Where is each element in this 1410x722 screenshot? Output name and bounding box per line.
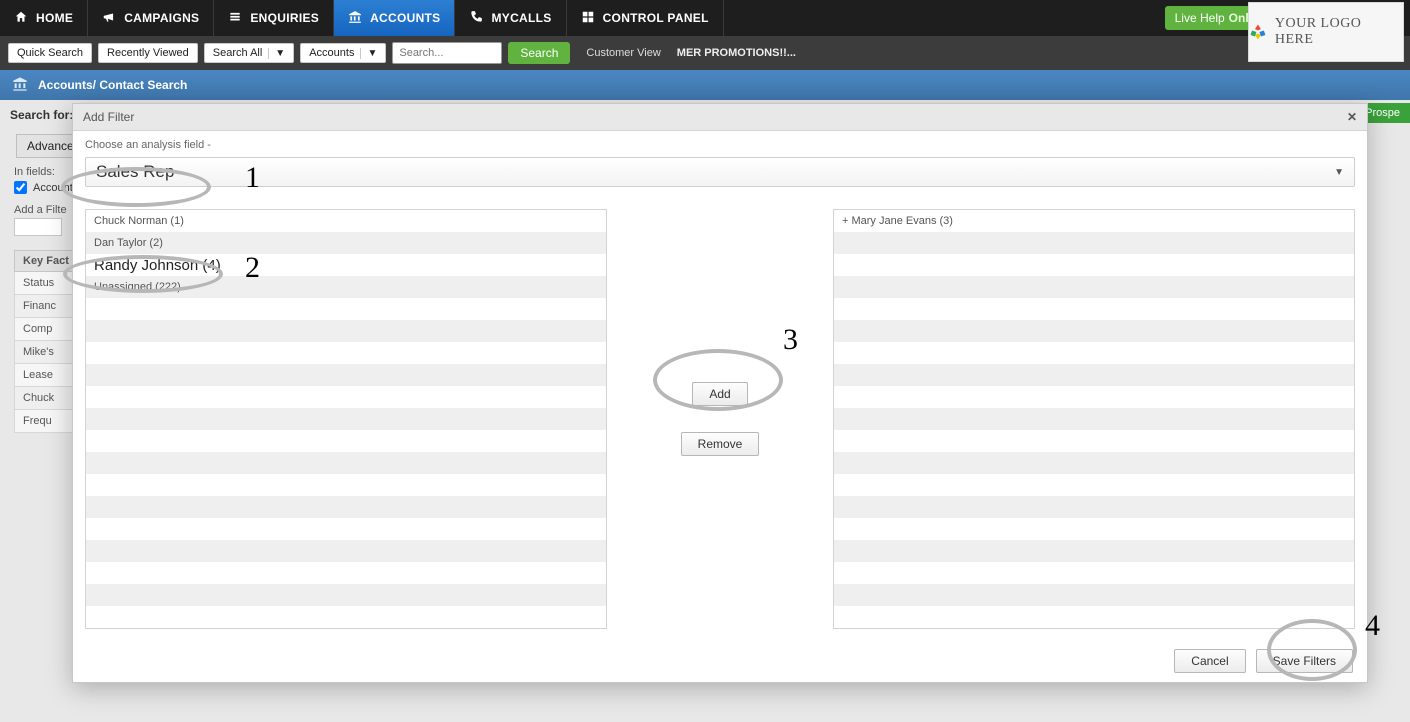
- list-item[interactable]: Dan Taylor (2): [86, 232, 606, 254]
- account-checkbox-label: Account: [33, 182, 73, 194]
- blue-title-bar: Accounts/ Contact Search: [0, 70, 1410, 100]
- nav-enquiries[interactable]: ENQUIRIES: [214, 0, 334, 36]
- list-item: [834, 386, 1354, 408]
- accounts-dropdown-label: Accounts: [309, 47, 354, 59]
- modal-footer: Cancel Save Filters: [1174, 649, 1353, 673]
- list-item: [834, 342, 1354, 364]
- chevron-down-icon: ▼: [360, 48, 377, 59]
- analysis-field-value: Sales Rep: [96, 162, 174, 182]
- available-listbox[interactable]: Chuck Norman (1)Dan Taylor (2)Randy John…: [85, 209, 607, 629]
- list-item: [834, 298, 1354, 320]
- selected-listbox[interactable]: + Mary Jane Evans (3): [833, 209, 1355, 629]
- list-item: [86, 430, 606, 452]
- nav-spacer: [724, 0, 1155, 36]
- modal-title: Add Filter: [83, 110, 134, 124]
- list-item: [834, 408, 1354, 430]
- list-item: [834, 540, 1354, 562]
- list-item: [86, 584, 606, 606]
- lists-area: Chuck Norman (1)Dan Taylor (2)Randy John…: [85, 209, 1355, 629]
- choose-field-label: Choose an analysis field -: [85, 139, 1355, 151]
- nav-control-panel[interactable]: CONTROL PANEL: [567, 0, 724, 36]
- grid-icon: [581, 10, 595, 27]
- list-item: [86, 408, 606, 430]
- list-item: [834, 276, 1354, 298]
- search-bar: Quick Search Recently Viewed Search All …: [0, 36, 1410, 70]
- nav-mycalls-label: MYCALLS: [491, 11, 551, 25]
- search-all-dropdown[interactable]: Search All ▼: [204, 43, 294, 63]
- customer-view-link[interactable]: Customer View: [586, 47, 660, 59]
- list-item: [86, 496, 606, 518]
- list-item: [834, 496, 1354, 518]
- list-item: [86, 474, 606, 496]
- nav-accounts-label: ACCOUNTS: [370, 11, 440, 25]
- top-nav: HOME CAMPAIGNS ENQUIRIES ACCOUNTS MYCALL…: [0, 0, 1410, 36]
- nav-home[interactable]: HOME: [0, 0, 88, 36]
- nav-enquiries-label: ENQUIRIES: [250, 11, 319, 25]
- nav-accounts[interactable]: ACCOUNTS: [334, 0, 455, 36]
- bank-icon: [348, 10, 362, 27]
- phone-icon: [469, 10, 483, 27]
- save-filters-button[interactable]: Save Filters: [1256, 649, 1353, 673]
- add-button[interactable]: Add: [692, 382, 747, 406]
- chevron-down-icon: ▼: [268, 48, 285, 59]
- list-item: [834, 562, 1354, 584]
- mer-promo-text: MER PROMOTIONS!!...: [677, 47, 796, 59]
- list-item[interactable]: Unassigned (222): [86, 276, 606, 298]
- search-all-label: Search All: [213, 47, 263, 59]
- nav-campaigns-label: CAMPAIGNS: [124, 11, 199, 25]
- chevron-down-icon: ▼: [1334, 167, 1344, 178]
- remove-button[interactable]: Remove: [681, 432, 760, 456]
- search-input[interactable]: [392, 42, 502, 64]
- analysis-field-select[interactable]: Sales Rep ▼: [85, 157, 1355, 187]
- list-item: [834, 320, 1354, 342]
- quick-search-button[interactable]: Quick Search: [8, 43, 92, 63]
- transfer-buttons: Add Remove: [607, 209, 833, 629]
- list-item: [834, 430, 1354, 452]
- nav-home-label: HOME: [36, 11, 73, 25]
- modal-header: Add Filter ✕: [73, 104, 1367, 131]
- logo-box: YOUR LOGO HERE: [1248, 2, 1404, 62]
- nav-mycalls[interactable]: MYCALLS: [455, 0, 566, 36]
- list-item: [834, 518, 1354, 540]
- recently-viewed-button[interactable]: Recently Viewed: [98, 43, 198, 63]
- home-icon: [14, 10, 28, 27]
- add-filter-modal: Add Filter ✕ Choose an analysis field - …: [72, 103, 1368, 683]
- list-item: [834, 584, 1354, 606]
- list-item: [834, 474, 1354, 496]
- list-item[interactable]: Chuck Norman (1): [86, 210, 606, 232]
- list-item: [86, 452, 606, 474]
- list-item: [86, 298, 606, 320]
- list-item: [834, 452, 1354, 474]
- logo-swirl-icon: [1249, 23, 1267, 41]
- list-item[interactable]: Randy Johnson (4): [86, 254, 606, 276]
- list-icon: [228, 10, 242, 27]
- list-item: [834, 232, 1354, 254]
- filter-input-stub[interactable]: [14, 218, 62, 236]
- nav-campaigns[interactable]: CAMPAIGNS: [88, 0, 214, 36]
- close-icon[interactable]: ✕: [1347, 110, 1357, 124]
- nav-control-panel-label: CONTROL PANEL: [603, 11, 709, 25]
- search-button[interactable]: Search: [508, 42, 570, 64]
- list-item: [86, 342, 606, 364]
- list-item: [86, 540, 606, 562]
- live-help-label: Live Help: [1175, 11, 1225, 25]
- account-checkbox[interactable]: [14, 181, 27, 194]
- logo-text: YOUR LOGO HERE: [1275, 16, 1403, 48]
- list-item: [86, 320, 606, 342]
- page-title: Accounts/ Contact Search: [38, 78, 187, 92]
- list-item: [834, 364, 1354, 386]
- list-item: [834, 254, 1354, 276]
- list-item: [86, 518, 606, 540]
- list-item[interactable]: + Mary Jane Evans (3): [834, 210, 1354, 232]
- list-item: [86, 364, 606, 386]
- cancel-button[interactable]: Cancel: [1174, 649, 1245, 673]
- accounts-dropdown[interactable]: Accounts ▼: [300, 43, 386, 63]
- list-item: [86, 386, 606, 408]
- megaphone-icon: [102, 10, 116, 27]
- list-item: [86, 562, 606, 584]
- bank-icon: [12, 76, 28, 95]
- modal-body: Choose an analysis field - Sales Rep ▼ C…: [73, 131, 1367, 681]
